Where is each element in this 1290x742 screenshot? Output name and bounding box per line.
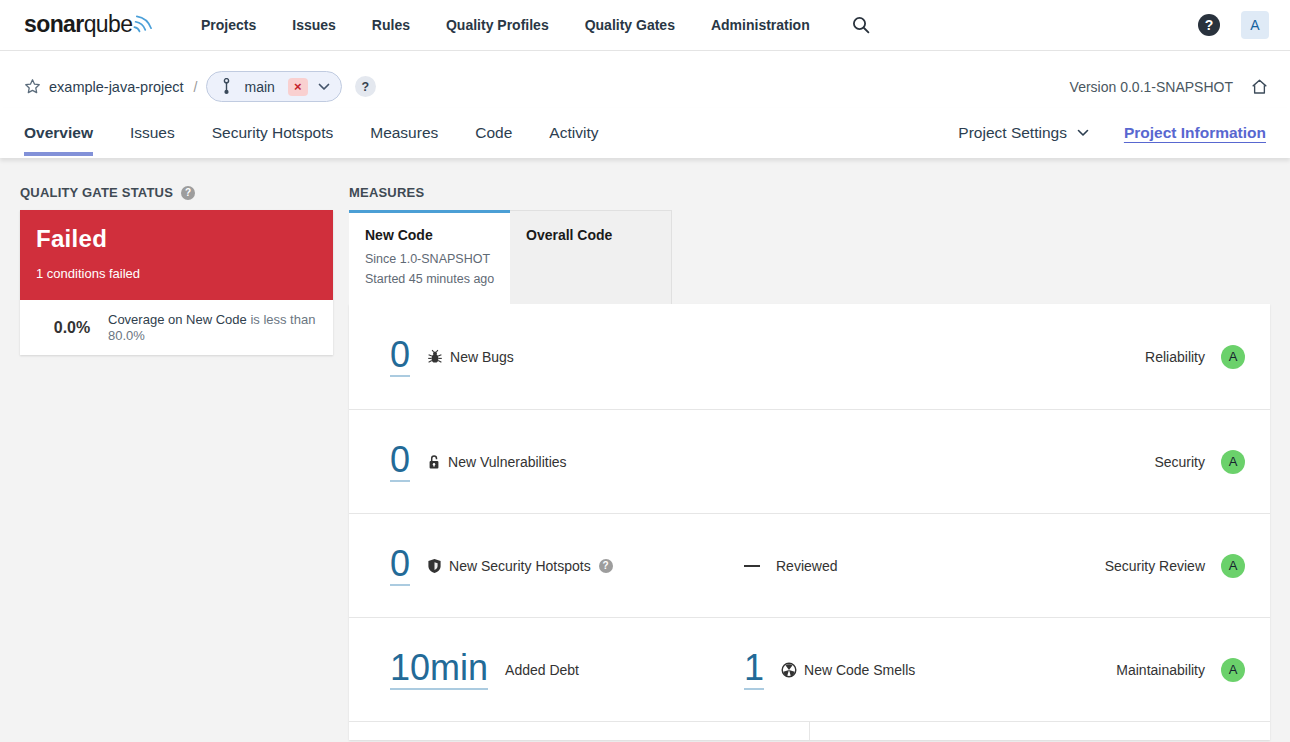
chevron-down-icon xyxy=(1077,129,1089,137)
security-review-rating-badge: A xyxy=(1221,554,1245,578)
tab-measures[interactable]: Measures xyxy=(370,108,438,158)
quality-gate-heading-label: QUALITY GATE STATUS xyxy=(20,185,173,200)
project-tabbar: Overview Issues Security Hotspots Measur… xyxy=(0,108,1290,158)
maintainability-label: Maintainability xyxy=(1116,662,1205,678)
measure-row-bugs: 0 xyxy=(349,304,1270,409)
search-icon[interactable] xyxy=(852,16,870,34)
version-label: Version 0.0.1-SNAPSHOT xyxy=(1070,79,1233,95)
new-code-since: Since 1.0-SNAPSHOT xyxy=(365,252,504,266)
nav-links: Projects Issues Rules Quality Profiles Q… xyxy=(201,17,810,33)
nav-item-administration[interactable]: Administration xyxy=(711,17,810,33)
quality-gate-status: Failed xyxy=(36,225,317,253)
overview-content: QUALITY GATE STATUS ? Failed 1 condition… xyxy=(0,158,1290,740)
duplications-cell xyxy=(810,722,1270,740)
project-settings-label: Project Settings xyxy=(958,124,1067,142)
nav-item-quality-gates[interactable]: Quality Gates xyxy=(585,17,675,33)
measures-bottom-row xyxy=(349,721,1270,740)
maintainability-rating-badge: A xyxy=(1221,658,1245,682)
nav-item-rules[interactable]: Rules xyxy=(372,17,410,33)
breadcrumb-separator: / xyxy=(194,79,198,95)
measures-heading-label: MEASURES xyxy=(349,185,424,200)
quality-gate-conditions-count: 1 conditions failed xyxy=(36,266,317,281)
measures-panel: 0 xyxy=(349,304,1270,740)
logo-text: sonarqube xyxy=(24,11,132,38)
bug-icon xyxy=(427,349,443,365)
condition-metric: Coverage on New Code xyxy=(108,312,247,327)
breadcrumb-bar: example-java-project / main × ? Version … xyxy=(0,51,1290,108)
new-bugs-label: New Bugs xyxy=(450,349,514,365)
overall-code-tab-label: Overall Code xyxy=(526,227,655,243)
tab-overall-code[interactable]: Overall Code xyxy=(510,210,672,304)
added-debt-value[interactable]: 10min xyxy=(390,649,488,690)
quality-gate-status-banner: Failed 1 conditions failed xyxy=(20,210,333,300)
new-code-tab-label: New Code xyxy=(365,227,504,243)
new-code-smells-label: New Code Smells xyxy=(804,662,915,678)
branch-help-icon[interactable]: ? xyxy=(355,76,376,97)
hotspots-help-icon[interactable]: ? xyxy=(599,559,613,573)
reviewed-label: Reviewed xyxy=(776,558,837,574)
nav-item-issues[interactable]: Issues xyxy=(292,17,336,33)
favorite-star-icon[interactable] xyxy=(24,78,41,95)
logo-swoosh-icon xyxy=(133,5,154,39)
quality-gate-card: Failed 1 conditions failed 0.0% Coverage… xyxy=(20,210,333,355)
new-code-smells-count[interactable]: 1 xyxy=(744,649,764,690)
help-icon[interactable]: ? xyxy=(1198,14,1220,36)
top-navbar: sonarqube Projects Issues Rules Quality … xyxy=(0,0,1290,51)
nav-item-projects[interactable]: Projects xyxy=(201,17,256,33)
new-bugs-count[interactable]: 0 xyxy=(390,336,410,377)
home-icon[interactable] xyxy=(1250,78,1269,96)
reliability-label: Reliability xyxy=(1145,349,1205,365)
measures-tabs: New Code Since 1.0-SNAPSHOT Started 45 m… xyxy=(349,210,1270,304)
code-smell-icon xyxy=(781,662,797,678)
new-vulnerabilities-label: New Vulnerabilities xyxy=(448,454,567,470)
shield-icon xyxy=(427,558,442,574)
project-name[interactable]: example-java-project xyxy=(49,79,184,95)
added-debt-label: Added Debt xyxy=(505,662,579,678)
condition-description: Coverage on New Code is less than 80.0% xyxy=(108,312,325,344)
security-label: Security xyxy=(1154,454,1205,470)
nav-item-quality-profiles[interactable]: Quality Profiles xyxy=(446,17,549,33)
branch-failed-badge: × xyxy=(288,78,308,96)
breadcrumb: example-java-project / main × ? xyxy=(24,71,376,102)
project-settings-menu[interactable]: Project Settings xyxy=(958,124,1089,142)
branch-name: main xyxy=(244,79,274,95)
measure-row-maintainability: 10min Added Debt 1 New Code Smells xyxy=(349,617,1270,721)
new-security-hotspots-count[interactable]: 0 xyxy=(390,545,410,586)
tab-code[interactable]: Code xyxy=(475,108,512,158)
quality-gate-heading: QUALITY GATE STATUS ? xyxy=(20,186,333,199)
measure-row-security-hotspots: 0 New Security Hotspots ? Reviewed xyxy=(349,513,1270,617)
lock-icon xyxy=(427,454,441,470)
branch-selector[interactable]: main × xyxy=(206,71,341,102)
condition-value: 0.0% xyxy=(36,319,108,337)
new-vulnerabilities-count[interactable]: 0 xyxy=(390,441,410,482)
new-security-hotspots-label: New Security Hotspots xyxy=(449,558,591,574)
security-rating-badge: A xyxy=(1221,450,1245,474)
branch-icon xyxy=(222,78,231,95)
tab-security-hotspots[interactable]: Security Hotspots xyxy=(212,108,333,158)
tab-overview[interactable]: Overview xyxy=(24,108,93,158)
measure-row-vulnerabilities: 0 New Vulnerabilities Security A xyxy=(349,409,1270,513)
tab-activity[interactable]: Activity xyxy=(549,108,598,158)
sonarqube-logo[interactable]: sonarqube xyxy=(24,11,154,39)
tab-new-code[interactable]: New Code Since 1.0-SNAPSHOT Started 45 m… xyxy=(349,210,510,304)
coverage-cell xyxy=(349,722,810,740)
tab-issues[interactable]: Issues xyxy=(130,108,175,158)
project-information-link[interactable]: Project Information xyxy=(1124,124,1266,142)
failed-condition-row[interactable]: 0.0% Coverage on New Code is less than 8… xyxy=(20,300,333,355)
new-code-started: Started 45 minutes ago xyxy=(365,272,504,286)
quality-gate-help-icon[interactable]: ? xyxy=(181,186,195,200)
reviewed-dash xyxy=(744,565,760,567)
security-review-label: Security Review xyxy=(1105,558,1205,574)
measures-heading: MEASURES xyxy=(349,186,1270,199)
reliability-rating-badge: A xyxy=(1221,345,1245,369)
avatar[interactable]: A xyxy=(1241,11,1269,39)
chevron-down-icon xyxy=(318,83,330,91)
